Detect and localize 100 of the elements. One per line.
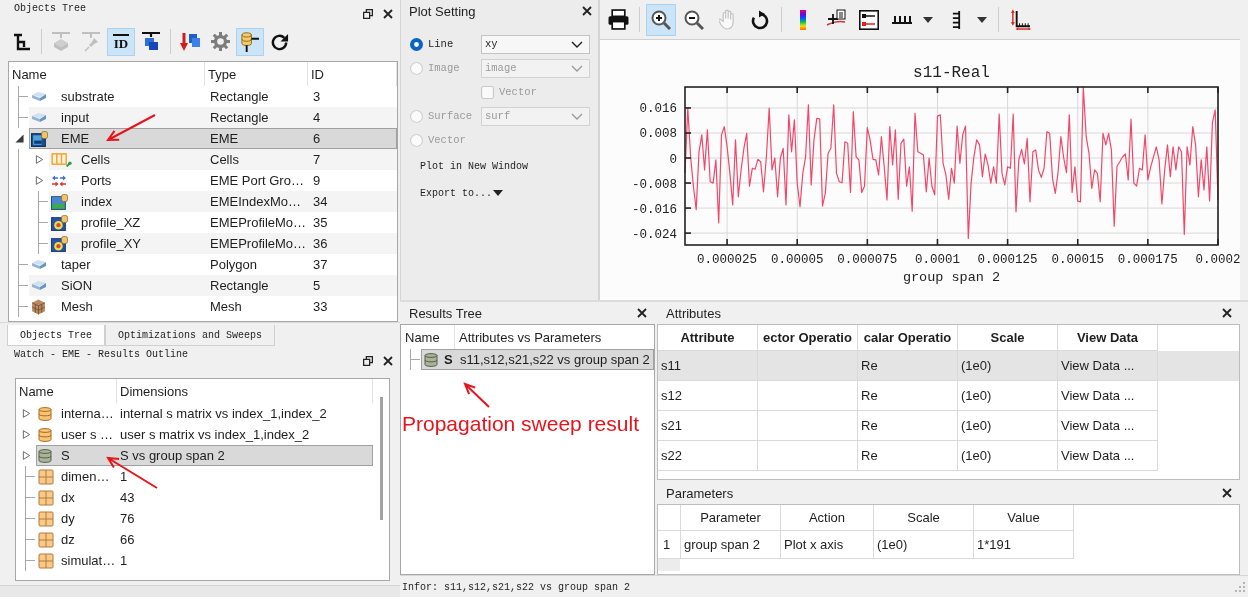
- object-name: profile_XY: [81, 236, 141, 251]
- scrollbar-thumb[interactable]: [379, 397, 383, 520]
- tree-row[interactable]: dx 43: [36, 487, 373, 508]
- tree-row[interactable]: taper Polygon 37: [29, 254, 397, 275]
- layers-icon[interactable]: [142, 31, 160, 52]
- column-header[interactable]: Name: [9, 62, 205, 86]
- table-cell[interactable]: View Data ...: [1058, 441, 1158, 471]
- axis-tick-label: 0.00005: [770, 253, 824, 267]
- table-cell[interactable]: View Data ...: [1058, 411, 1158, 441]
- x-scale-icon[interactable]: [892, 15, 912, 24]
- tree-row[interactable]: profile_XY EMEProfileMo… 36: [49, 233, 397, 254]
- tree-row[interactable]: EME EME 6: [29, 128, 397, 149]
- tree-row[interactable]: profile_XZ EMEProfileMo… 35: [49, 212, 397, 233]
- column-header[interactable]: Parameter: [681, 505, 781, 531]
- show-id-button[interactable]: ID: [107, 27, 135, 56]
- tree-row[interactable]: dimen… 1: [36, 466, 373, 487]
- axis-tick-label: -0.024: [632, 227, 677, 242]
- action-button[interactable]: Export to...: [418, 184, 505, 202]
- float-icon[interactable]: [363, 356, 373, 366]
- database-pin-icon[interactable]: [241, 31, 259, 52]
- object-type: EME: [209, 131, 240, 146]
- settings-icon[interactable]: [210, 32, 230, 51]
- chart-title: s11-Real: [913, 64, 990, 82]
- zoom-in-icon[interactable]: [651, 9, 671, 30]
- object-type: Polygon: [209, 257, 258, 272]
- y-scale-icon[interactable]: [951, 9, 961, 30]
- axis-tick-label: 0.016: [639, 102, 677, 117]
- tree-row[interactable]: dy 76: [36, 508, 373, 529]
- color-bar-icon[interactable]: [799, 9, 807, 30]
- float-icon[interactable]: [363, 9, 373, 19]
- column-header[interactable]: Attributes vs Parameters: [455, 325, 602, 349]
- column-header[interactable]: Name: [16, 379, 117, 403]
- tree-row[interactable]: index EMEIndexMo… 34: [49, 191, 397, 212]
- hierarchy-icon[interactable]: [13, 32, 31, 51]
- table-row[interactable]: s12 Re (1e0) View Data ...: [658, 381, 1239, 411]
- table-cell[interactable]: View Data ...: [1058, 351, 1158, 381]
- panel-title: Watch - EME - Results Outline: [14, 348, 189, 362]
- collapsed-arrow-icon[interactable]: [34, 155, 44, 164]
- column-header[interactable]: Value: [974, 505, 1074, 531]
- tree-row[interactable]: simulat… 1: [36, 550, 373, 571]
- tree-row[interactable]: S s11,s12,s21,s22 vs group span 2: [421, 349, 654, 370]
- close-icon[interactable]: [637, 308, 647, 318]
- collapsed-arrow-icon[interactable]: [21, 409, 31, 418]
- radio-button[interactable]: Line: [410, 37, 481, 51]
- collapsed-arrow-icon[interactable]: [21, 430, 31, 439]
- close-icon[interactable]: [383, 356, 393, 366]
- tree-row[interactable]: dz 66: [36, 529, 373, 550]
- grid-icon: [38, 552, 54, 569]
- collapsed-arrow-icon[interactable]: [34, 176, 44, 185]
- tree-row[interactable]: input Rectangle 4: [29, 107, 397, 128]
- table-cell: s22: [658, 441, 758, 471]
- column-header[interactable]: Dimensions: [117, 379, 373, 403]
- close-icon[interactable]: [1222, 488, 1232, 498]
- caret-down-icon[interactable]: [493, 190, 503, 196]
- tree-row[interactable]: Cells Cells 7: [49, 149, 397, 170]
- axis-tick-label: 0: [669, 152, 677, 167]
- tree-row[interactable]: S S vs group span 2: [36, 445, 373, 466]
- chevron-down-icon[interactable]: [571, 40, 583, 48]
- database-icon: [38, 447, 52, 464]
- watch-button[interactable]: [236, 27, 264, 56]
- zoom-out-icon[interactable]: [684, 9, 704, 30]
- resize-grip-icon[interactable]: [1235, 582, 1245, 592]
- table-row[interactable]: s11 Re (1e0) View Data ...: [658, 351, 1239, 381]
- tree-row[interactable]: substrate Rectangle 3: [29, 86, 397, 107]
- dropdown[interactable]: xy: [481, 34, 590, 54]
- legend-icon[interactable]: [859, 9, 879, 30]
- radio-icon[interactable]: [410, 37, 423, 51]
- index-monitor-icon: [51, 193, 68, 210]
- columns-icon: [51, 152, 72, 167]
- collapsed-arrow-icon[interactable]: [21, 451, 31, 460]
- tab[interactable]: Optimizations and Sweeps: [105, 325, 276, 346]
- axis-tick-label: 0.000025: [697, 253, 758, 267]
- column-header[interactable]: Scale: [874, 505, 974, 531]
- action-button[interactable]: Plot in New Window: [418, 157, 531, 175]
- expanded-arrow-icon[interactable]: [14, 134, 24, 143]
- caret-down-icon[interactable]: [923, 16, 933, 23]
- tree-row[interactable]: interna… internal s matrix vs index_1,index_2: [36, 403, 373, 424]
- caret-down-icon[interactable]: [977, 16, 987, 23]
- table-cell[interactable]: View Data ...: [1058, 381, 1158, 411]
- tree-row[interactable]: user s … user s matrix vs index_1,index_2: [36, 424, 373, 445]
- column-header[interactable]: Action: [781, 505, 874, 531]
- tab[interactable]: Objects Tree: [7, 325, 105, 346]
- axis-range-icon[interactable]: [1009, 9, 1031, 30]
- table-row[interactable]: s22 Re (1e0) View Data ...: [658, 441, 1239, 471]
- reset-icon[interactable]: [750, 9, 770, 30]
- zoom-in-button[interactable]: [646, 3, 676, 36]
- close-icon[interactable]: [582, 6, 592, 16]
- object-name: Cells: [81, 152, 110, 167]
- refresh-icon[interactable]: [271, 32, 289, 51]
- close-icon[interactable]: [383, 9, 393, 19]
- table-row[interactable]: s21 Re (1e0) View Data ...: [658, 411, 1239, 441]
- down-arrow-icon[interactable]: [180, 32, 200, 51]
- tree-row[interactable]: SiON Rectangle 5: [29, 275, 397, 296]
- column-header[interactable]: Type: [205, 62, 308, 86]
- printer-icon[interactable]: [607, 9, 629, 30]
- tree-row[interactable]: Mesh Mesh 33: [29, 296, 397, 317]
- column-header[interactable]: ID: [308, 62, 397, 86]
- tree-row[interactable]: Ports EME Port Gro… 9: [49, 170, 397, 191]
- object-type: EMEProfileMo…: [209, 215, 308, 230]
- close-icon[interactable]: [1222, 308, 1232, 318]
